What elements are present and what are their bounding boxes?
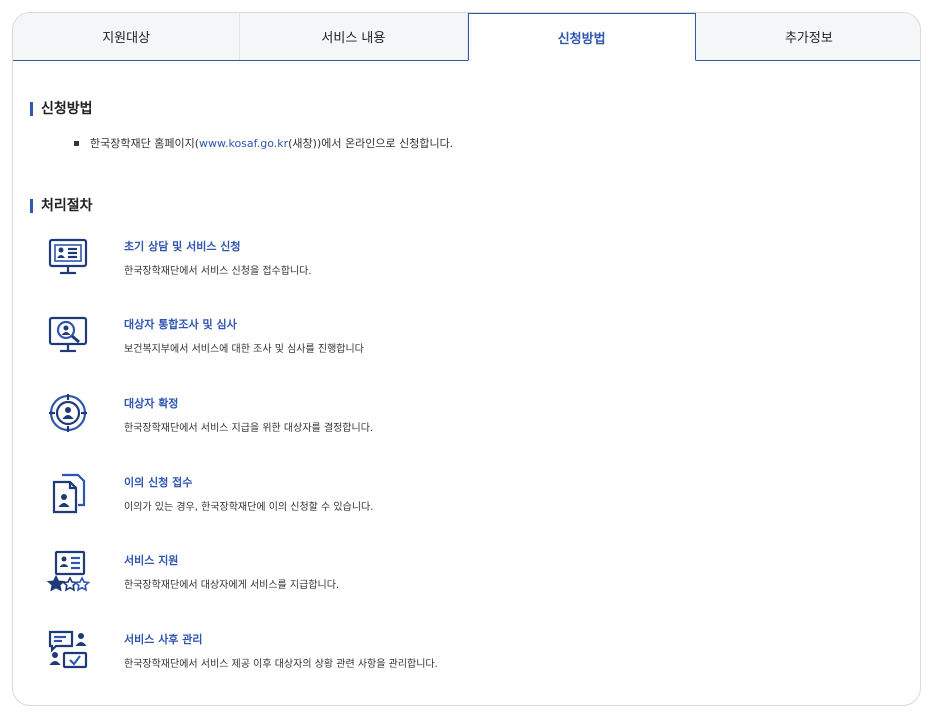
kosaf-link[interactable]: www.kosaf.go.kr bbox=[199, 137, 288, 150]
tab-additional-info[interactable]: 추가정보 bbox=[695, 13, 920, 60]
process-step: 서비스 지원 한국장학재단에서 대상자에게 서비스를 지급합니다. bbox=[46, 550, 866, 600]
process-step: 대상자 확정 한국장학재단에서 서비스 지급을 위한 대상자를 결정합니다. bbox=[46, 393, 866, 443]
tab-how-to-apply[interactable]: 신청방법 bbox=[467, 13, 696, 61]
process-heading: 처리절차 bbox=[30, 199, 93, 213]
tab-eligibility[interactable]: 지원대상 bbox=[13, 13, 241, 60]
step-description: 한국장학재단에서 서비스 제공 이후 대상자의 상황 관련 사항을 관리합니다. bbox=[124, 659, 438, 670]
step-title: 초기 상담 및 서비스 신청 bbox=[124, 240, 241, 253]
apply-method-item: 한국장학재단 홈페이지(www.kosaf.go.kr (새창))에서 온라인으로… bbox=[74, 135, 453, 151]
chat-people-check-icon bbox=[46, 629, 90, 673]
step-description: 이의가 있는 경우, 한국장학재단에 이의 신청할 수 있습니다. bbox=[124, 502, 374, 513]
documents-person-icon bbox=[46, 472, 90, 516]
process-step: 초기 상담 및 서비스 신청 한국장학재단에서 서비스 신청을 접수합니다. bbox=[46, 236, 866, 286]
step-description: 한국장학재단에서 대상자에게 서비스를 지급합니다. bbox=[124, 580, 340, 591]
tab-service-content[interactable]: 서비스 내용 bbox=[240, 13, 468, 60]
bullet-icon bbox=[74, 140, 79, 146]
apply-line-prefix: 한국장학재단 홈페이지( bbox=[90, 137, 199, 150]
monitor-profile-icon bbox=[46, 236, 90, 280]
apply-heading: 신청방법 bbox=[30, 102, 93, 116]
step-title: 대상자 확정 bbox=[124, 397, 179, 410]
profile-stars-icon bbox=[46, 550, 90, 594]
step-title: 이의 신청 접수 bbox=[124, 476, 193, 489]
step-title: 대상자 통합조사 및 심사 bbox=[124, 318, 237, 331]
step-title: 서비스 지원 bbox=[124, 554, 179, 567]
process-step: 이의 신청 접수 이의가 있는 경우, 한국장학재단에 이의 신청할 수 있습니… bbox=[46, 472, 866, 522]
process-step: 서비스 사후 관리 한국장학재단에서 서비스 제공 이후 대상자의 상황 관련 … bbox=[46, 629, 866, 679]
apply-line-suffix: (새창))에서 온라인으로 신청합니다. bbox=[288, 137, 454, 150]
process-step: 대상자 통합조사 및 심사 보건복지부에서 서비스에 대한 조사 및 심사를 진… bbox=[46, 314, 866, 364]
tab-bar: 지원대상 서비스 내용 신청방법 추가정보 bbox=[13, 13, 920, 61]
monitor-search-icon bbox=[46, 314, 90, 358]
step-description: 한국장학재단에서 서비스 신청을 접수합니다. bbox=[124, 266, 312, 277]
step-description: 한국장학재단에서 서비스 지급을 위한 대상자를 결정합니다. bbox=[124, 423, 374, 434]
target-person-icon bbox=[46, 393, 90, 437]
step-title: 서비스 사후 관리 bbox=[124, 633, 203, 646]
step-description: 보건복지부에서 서비스에 대한 조사 및 심사를 진행합니다 bbox=[124, 344, 364, 355]
